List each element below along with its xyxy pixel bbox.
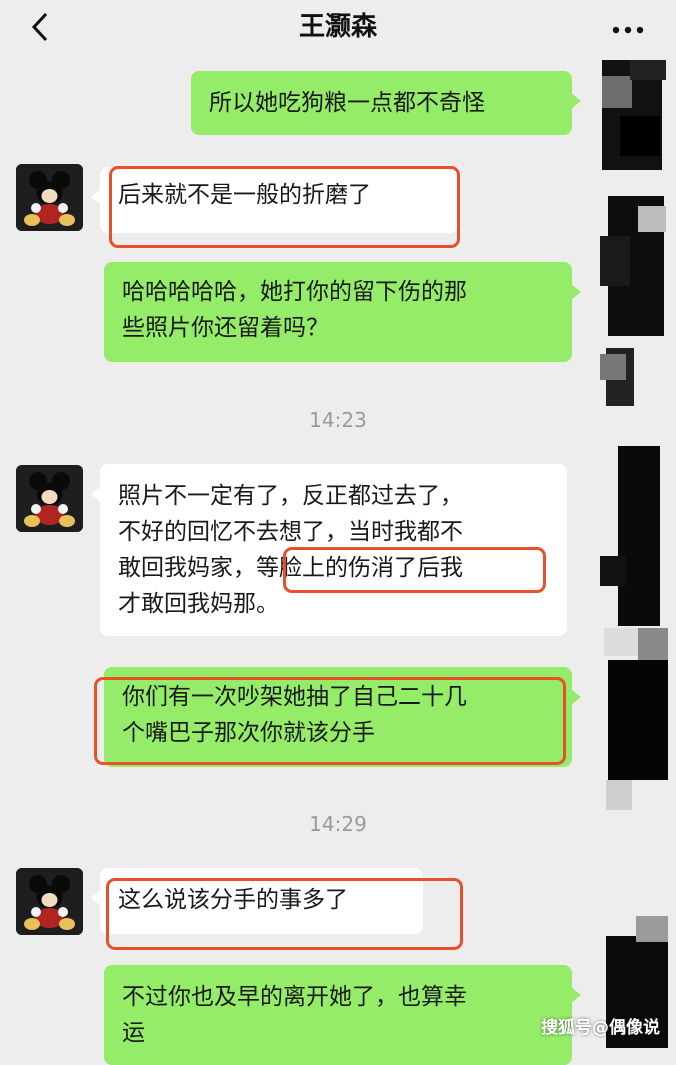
message-bubble-received[interactable]: 后来就不是一般的折磨了 [91,167,458,233]
message-line: 才敢回我妈那。 [118,591,279,617]
message-line: 运 [122,1020,145,1046]
message-line: 照片不一定有了，反正都过去了， [118,483,463,509]
message-bubble-received[interactable]: 照片不一定有了，反正都过去了， 不好的回忆不去想了，当时我都不 敢回我妈家，等脸… [91,464,567,636]
message-bubble-sent[interactable]: 你们有一次吵架她抽了自己二十几 个嘴巴子那次你就该分手 [104,667,581,767]
message-line: 你们有一次吵架她抽了自己二十几 [122,684,467,710]
avatar[interactable] [16,465,83,532]
more-button[interactable] [606,10,650,44]
mickey-avatar-icon [16,868,83,935]
message-text: 后来就不是一般的折磨了 [118,182,371,208]
message-bubble-received[interactable]: 这么说该分手的事多了 [91,868,423,934]
message-bubble-sent[interactable]: 不过你也及早的离开她了，也算幸 运 [104,965,581,1065]
message-segment: 敢回我妈家， [118,555,256,581]
message-line: 个嘴巴子那次你就该分手 [122,720,375,746]
timestamp: 14:23 [309,408,367,432]
message-text: 这么说该分手的事多了 [118,887,348,913]
message-line: 不过你也及早的离开她了，也算幸 [122,984,467,1010]
message-line: 敢回我妈家，等脸上的伤消了后我 [118,550,549,586]
more-dots-icon [612,26,644,34]
message-bubble-sent[interactable]: 所以她吃狗粮一点都不奇怪 [191,71,581,135]
avatar[interactable] [16,868,83,935]
mickey-avatar-icon [16,164,83,231]
message-line: 哈哈哈哈哈，她打你的留下伤的那 [122,279,467,305]
redaction-mosaic [596,56,676,1048]
mickey-avatar-icon [16,465,83,532]
chat-title: 王灏森 [298,12,377,42]
timestamp: 14:29 [309,812,367,836]
avatar[interactable] [16,164,83,231]
watermark: 搜狐号@偶像说 [541,1018,660,1038]
message-bubble-sent[interactable]: 哈哈哈哈哈，她打你的留下伤的那 些照片你还留着吗？ [104,262,581,362]
message-segment-highlighted: 等脸上的伤消了后我 [256,555,463,581]
message-text: 所以她吃狗粮一点都不奇怪 [209,90,485,116]
nav-bar: 王灏森 [0,0,676,58]
message-line: 些照片你还留着吗？ [122,315,329,341]
message-line: 不好的回忆不去想了，当时我都不 [118,519,463,545]
